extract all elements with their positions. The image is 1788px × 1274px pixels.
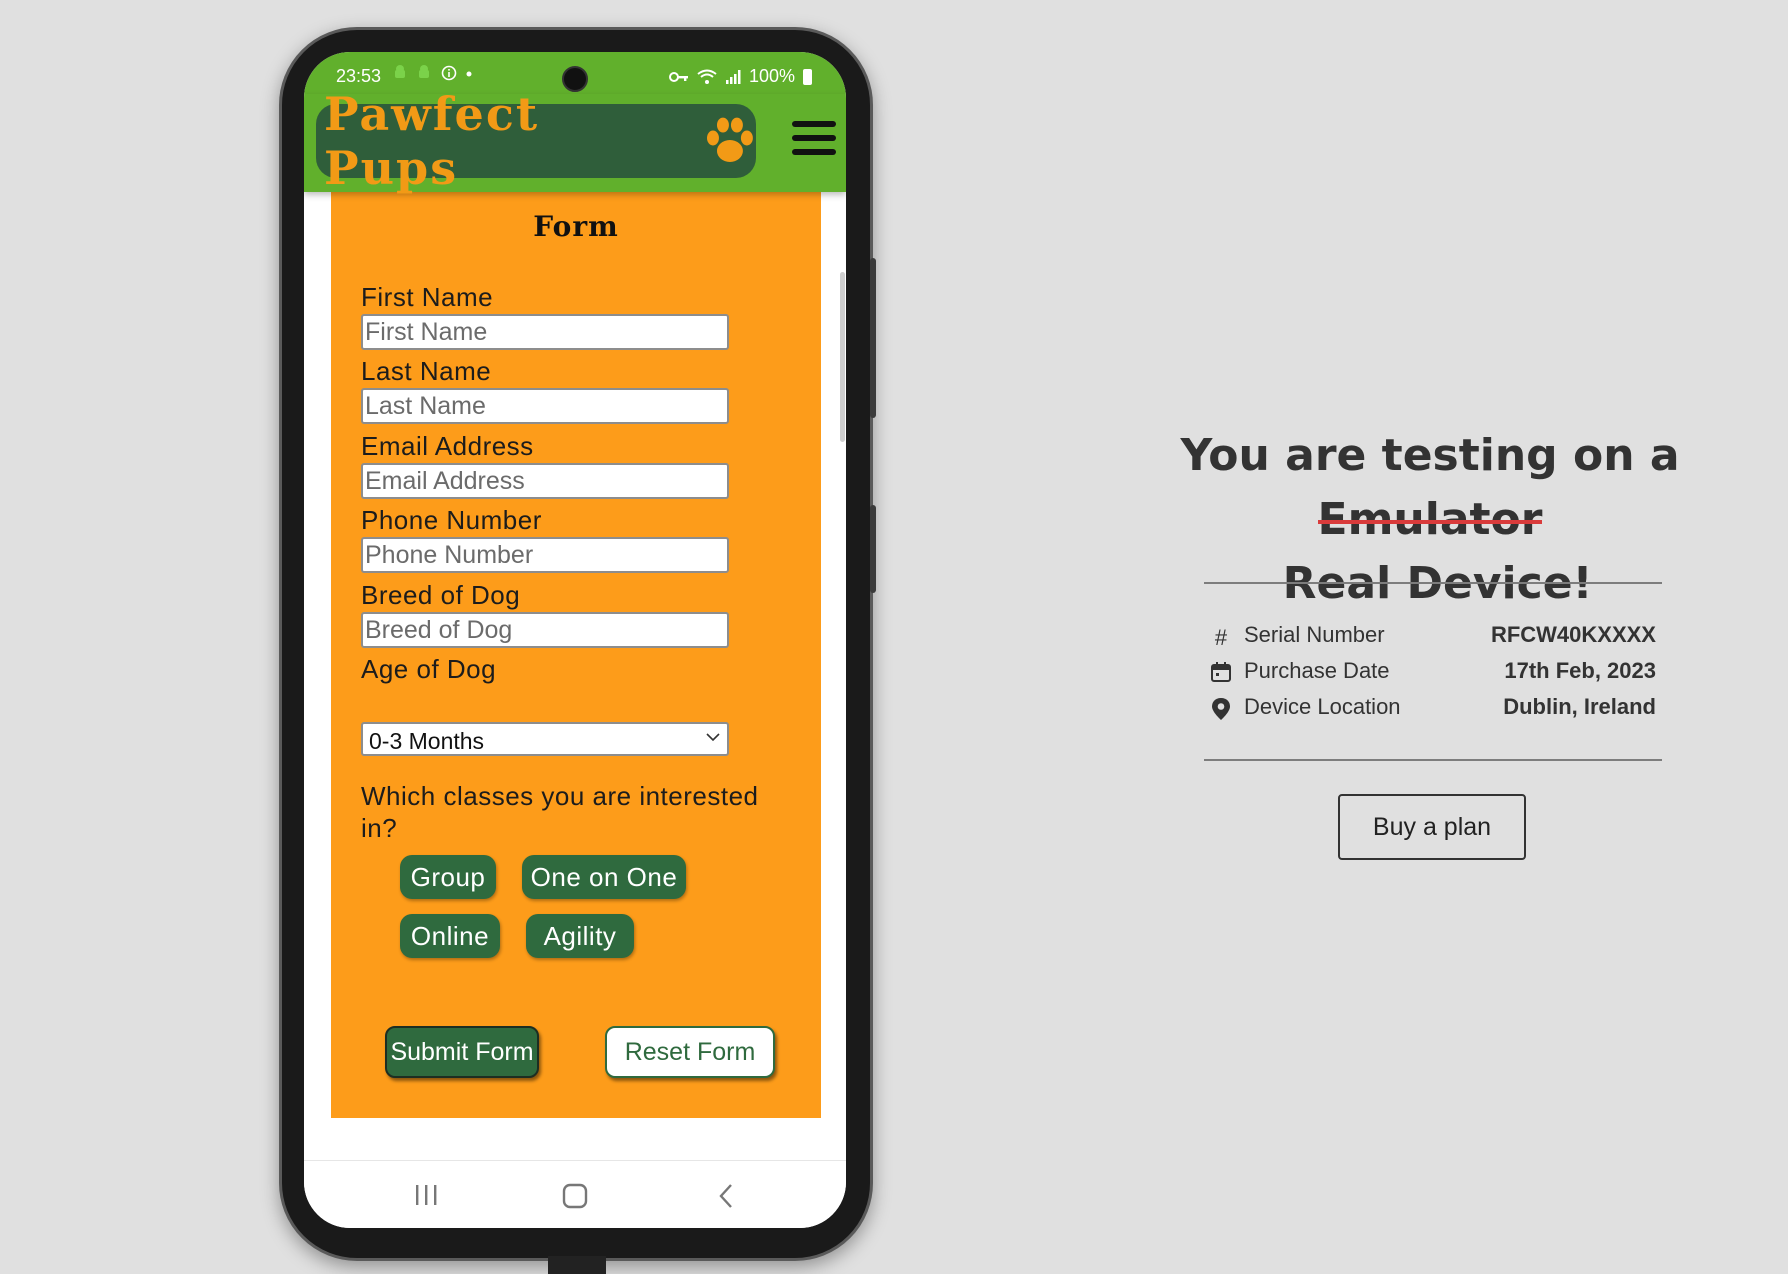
last-name-input[interactable] — [361, 388, 729, 424]
android-icon — [419, 65, 430, 78]
status-time: 23:53 — [336, 66, 382, 86]
first-name-input[interactable] — [361, 314, 729, 350]
phone-input[interactable] — [361, 537, 729, 573]
device-headline: You are testing on a Emulator Real Devic… — [1180, 424, 1680, 616]
purchase-date-row: Purchase Date 17th Feb, 2023 — [1210, 658, 1656, 688]
chevron-down-icon — [706, 733, 720, 742]
email-input[interactable] — [361, 463, 729, 499]
reset-form-button[interactable]: Reset Form — [605, 1026, 775, 1078]
purchase-date-label: Purchase Date — [1244, 658, 1390, 683]
headline-line2: Emulator Real Device! — [1180, 488, 1680, 616]
age-selected-value: 0-3 Months — [369, 728, 485, 754]
menu-icon[interactable] — [792, 121, 836, 161]
vpn-key-icon — [668, 71, 688, 82]
calendar-icon — [1211, 662, 1231, 682]
hash-icon: # — [1214, 625, 1228, 650]
page-content: Form First Name Last Name Email Address … — [304, 186, 846, 1152]
phone-screen: 23:53 100% Pawfect Pups Form First Name … — [304, 52, 846, 1228]
location-pin-icon — [1212, 698, 1230, 720]
purchase-date-value: 17th Feb, 2023 — [1504, 658, 1656, 683]
android-icon — [395, 65, 405, 78]
logo-text: Pawfect Pups — [324, 87, 540, 195]
class-online-button[interactable]: Online — [400, 914, 500, 958]
device-location-label: Device Location — [1244, 694, 1401, 719]
paw-icon — [707, 117, 754, 162]
serial-number-row: # Serial Number RFCW40KXXXX — [1210, 622, 1656, 652]
age-label: Age of Dog — [361, 654, 497, 684]
logo[interactable]: Pawfect Pups — [316, 87, 756, 195]
info-icon — [441, 65, 457, 81]
class-one-on-one-button[interactable]: One on One — [522, 855, 686, 899]
bottom-divider — [1204, 759, 1662, 761]
power-button — [870, 505, 876, 593]
email-label: Email Address — [361, 431, 534, 461]
recent-apps-icon[interactable] — [412, 1183, 440, 1207]
signal-icon — [725, 69, 741, 84]
wifi-icon — [697, 69, 717, 84]
serial-number-label: Serial Number — [1244, 622, 1385, 647]
device-location-row: Device Location Dublin, Ireland — [1210, 694, 1656, 724]
volume-button — [870, 258, 876, 418]
signup-form: Form First Name Last Name Email Address … — [331, 186, 821, 1118]
headline-line1: You are testing on a — [1180, 430, 1680, 481]
device-location-value: Dublin, Ireland — [1503, 694, 1656, 719]
serial-number-value: RFCW40KXXXX — [1490, 622, 1656, 647]
first-name-label: First Name — [361, 282, 494, 312]
scrollbar[interactable] — [840, 272, 845, 442]
form-title: Form — [533, 210, 619, 243]
battery-icon — [803, 68, 812, 85]
battery-percent: 100% — [748, 66, 795, 86]
usb-cable — [548, 1256, 606, 1274]
dot-icon — [466, 71, 472, 77]
android-nav-bar — [304, 1160, 846, 1228]
notification-icons — [392, 65, 473, 86]
phone-label: Phone Number — [361, 505, 542, 535]
system-icons: 100% — [668, 66, 812, 87]
back-icon[interactable] — [716, 1183, 736, 1209]
age-select[interactable]: 0-3 Months — [361, 722, 729, 756]
top-divider — [1204, 582, 1662, 584]
submit-form-button[interactable]: Submit Form — [385, 1026, 539, 1078]
breed-input[interactable] — [361, 612, 729, 648]
home-icon[interactable] — [561, 1183, 589, 1209]
struck-word: Emulator — [1317, 488, 1542, 552]
buy-plan-button[interactable]: Buy a plan — [1338, 794, 1526, 860]
classes-question: Which classes you are interested in? — [361, 781, 759, 843]
class-group-button[interactable]: Group — [400, 855, 496, 899]
app-header: Pawfect Pups — [304, 87, 846, 195]
class-agility-button[interactable]: Agility — [526, 914, 634, 958]
last-name-label: Last Name — [361, 356, 492, 386]
breed-label: Breed of Dog — [361, 580, 521, 610]
